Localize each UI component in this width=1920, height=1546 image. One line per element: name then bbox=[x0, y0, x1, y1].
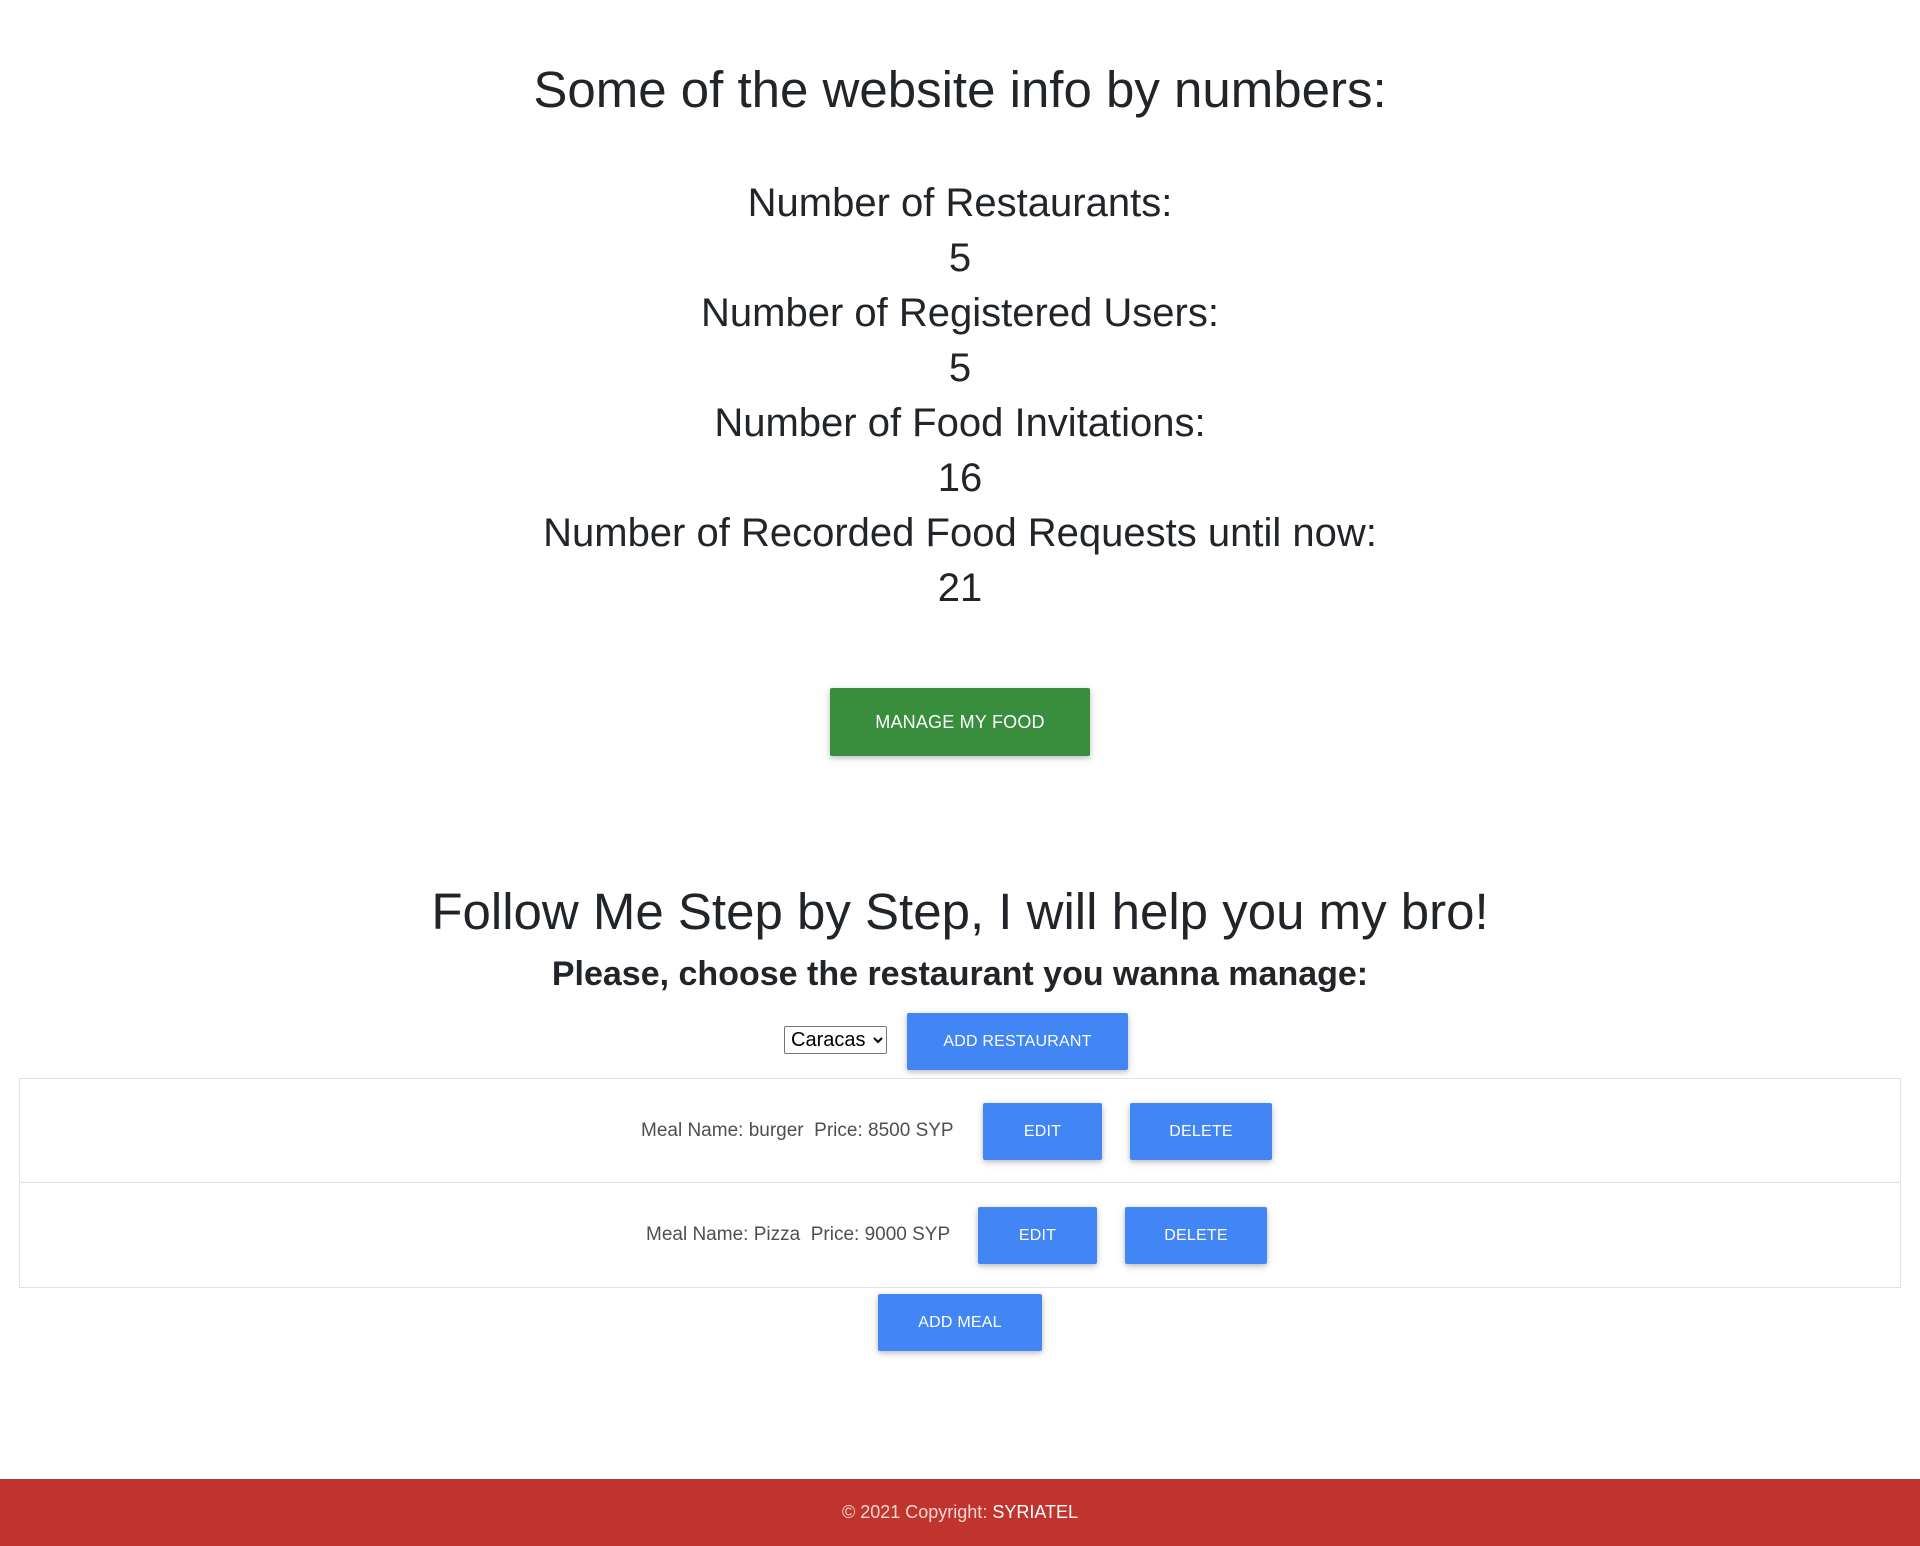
restaurant-select[interactable]: Caracas bbox=[784, 1026, 887, 1054]
manager-title: Follow Me Step by Step, I will help you … bbox=[431, 883, 1489, 940]
meal-info: Meal Name: Pizza Price: 9000 SYP bbox=[646, 1224, 951, 1245]
footer-brand-link[interactable]: SYRIATEL bbox=[992, 1502, 1078, 1522]
invitations-count: 16 bbox=[937, 456, 983, 500]
stats-title: Some of the website info by numbers: bbox=[533, 61, 1387, 118]
restaurants-count: 5 bbox=[948, 236, 972, 280]
delete-meal-button[interactable]: DELETE bbox=[1125, 1207, 1267, 1264]
meal-row: Meal Name: Pizza Price: 9000 SYP EDIT DE… bbox=[20, 1183, 1900, 1287]
stats-block: Number of Restaurants: 5 Number of Regis… bbox=[0, 176, 1920, 616]
requests-count: 21 bbox=[937, 566, 983, 610]
add-restaurant-button[interactable]: ADD RESTAURANT bbox=[907, 1013, 1128, 1070]
users-label: Number of Registered Users: bbox=[701, 291, 1219, 335]
users-count: 5 bbox=[948, 346, 972, 390]
restaurants-label: Number of Restaurants: bbox=[747, 181, 1173, 225]
requests-label: Number of Recorded Food Requests until n… bbox=[543, 511, 1377, 555]
meal-table: Meal Name: burger Price: 8500 SYP EDIT D… bbox=[19, 1078, 1901, 1288]
invitations-label: Number of Food Invitations: bbox=[714, 401, 1206, 445]
footer: © 2021 Copyright: SYRIATEL bbox=[0, 1479, 1920, 1546]
footer-copyright: © 2021 Copyright: bbox=[841, 1502, 993, 1522]
add-meal-button[interactable]: ADD MEAL bbox=[878, 1294, 1042, 1351]
edit-meal-button[interactable]: EDIT bbox=[983, 1103, 1102, 1160]
edit-meal-button[interactable]: EDIT bbox=[978, 1207, 1097, 1264]
meal-info: Meal Name: burger Price: 8500 SYP bbox=[641, 1120, 954, 1141]
page: Some of the website info by numbers: Num… bbox=[0, 0, 1920, 1546]
manage-my-food-button[interactable]: MANAGE MY FOOD bbox=[830, 688, 1090, 756]
meal-row: Meal Name: burger Price: 8500 SYP EDIT D… bbox=[20, 1079, 1900, 1183]
choose-restaurant-label: Please, choose the restaurant you wanna … bbox=[551, 955, 1369, 993]
delete-meal-button[interactable]: DELETE bbox=[1130, 1103, 1272, 1160]
